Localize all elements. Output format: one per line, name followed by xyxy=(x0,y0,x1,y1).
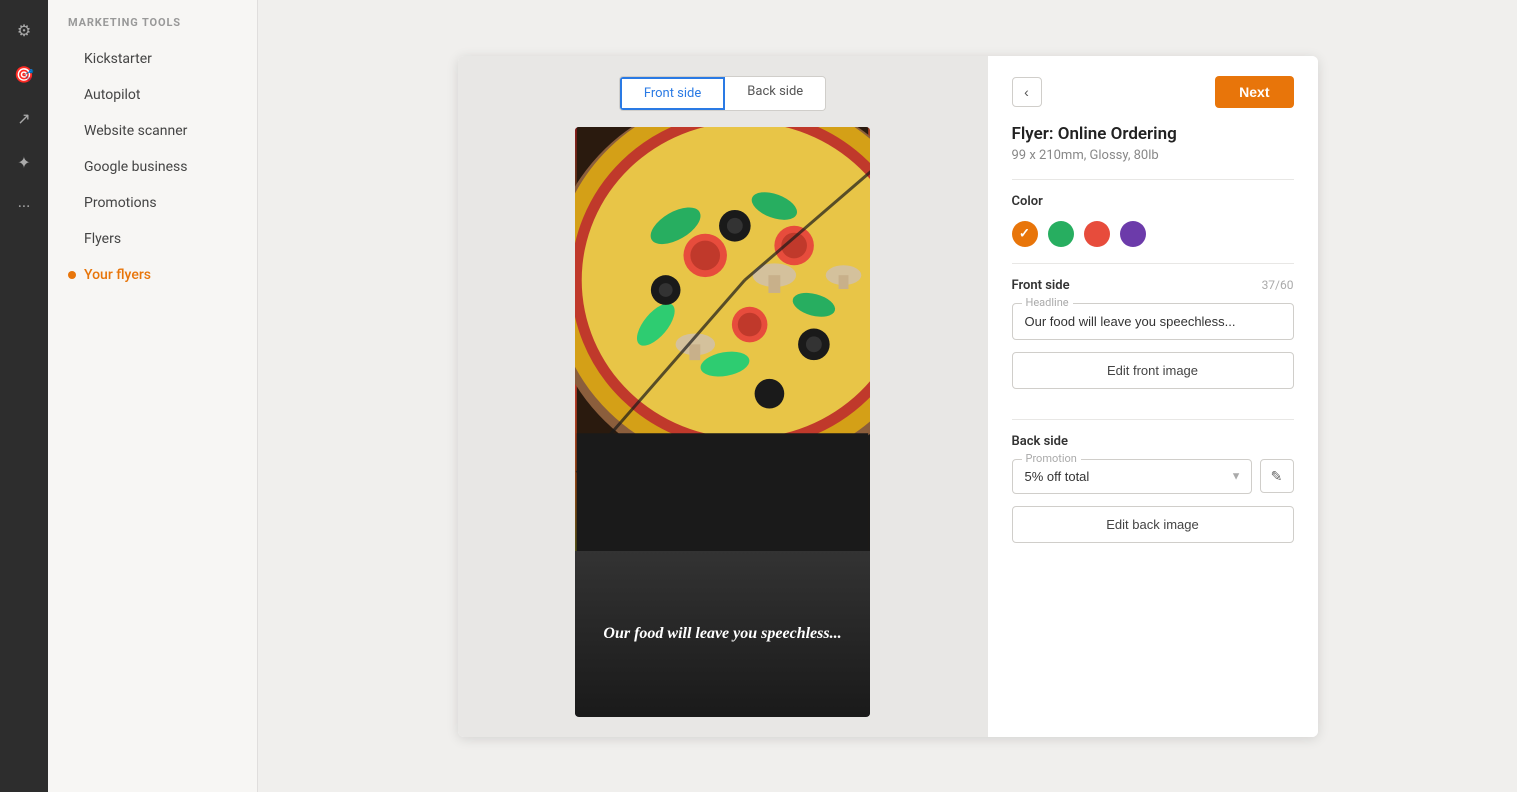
edit-promo-button[interactable]: ✎ xyxy=(1260,459,1294,493)
flyer-tagline: Our food will leave you speechless... xyxy=(603,623,841,645)
sidebar: MARKETING TOOLS Kickstarter Autopilot We… xyxy=(48,0,258,792)
pencil-icon: ✎ xyxy=(1271,468,1283,485)
swatch-red[interactable] xyxy=(1084,221,1110,247)
dot-kickstarter xyxy=(68,55,76,63)
dot-flyers xyxy=(68,235,76,243)
tab-front-side[interactable]: Front side xyxy=(620,77,725,110)
front-char-count: 37/60 xyxy=(1262,278,1294,292)
front-side-title: Front side xyxy=(1012,278,1070,293)
tab-bar: Front side Back side xyxy=(619,76,826,111)
right-panel: ‹ Next Flyer: Online Ordering 99 x 210mm… xyxy=(988,56,1318,737)
dot-website-scanner xyxy=(68,127,76,135)
color-section-label: Color xyxy=(1012,194,1294,209)
promo-select-wrapper: Promotion 5% off total 10% off total Fre… xyxy=(1012,459,1252,494)
dot-your-flyers xyxy=(68,271,76,279)
more-icon[interactable]: ··· xyxy=(6,188,42,224)
tab-back-side[interactable]: Back side xyxy=(725,77,825,110)
pizza-illustration xyxy=(575,127,870,552)
flyer-preview: Our food will leave you speechless... xyxy=(575,127,870,717)
sidebar-item-google-business[interactable]: Google business xyxy=(48,149,257,185)
dot-promotions xyxy=(68,199,76,207)
magic-icon[interactable]: ✦ xyxy=(6,144,42,180)
promo-float-label: Promotion xyxy=(1022,452,1081,465)
divider-3 xyxy=(1012,419,1294,420)
flyer-image-top xyxy=(575,127,870,552)
sidebar-item-autopilot[interactable]: Autopilot xyxy=(48,77,257,113)
sidebar-item-promotions[interactable]: Promotions xyxy=(48,185,257,221)
sidebar-item-kickstarter[interactable]: Kickstarter xyxy=(48,41,257,77)
sidebar-item-your-flyers[interactable]: Your flyers xyxy=(48,257,257,293)
edit-front-image-button[interactable]: Edit front image xyxy=(1012,352,1294,389)
target-icon[interactable]: 🎯 xyxy=(6,56,42,92)
icon-bar: ⚙ 🎯 ↗ ✦ ··· xyxy=(0,0,48,792)
promo-row: Promotion 5% off total 10% off total Fre… xyxy=(1012,459,1294,494)
sidebar-item-flyers[interactable]: Flyers xyxy=(48,221,257,257)
divider-2 xyxy=(1012,263,1294,264)
chart-icon[interactable]: ↗ xyxy=(6,100,42,136)
preview-area: Front side Back side xyxy=(458,56,988,737)
color-row xyxy=(1012,221,1294,247)
sidebar-title: MARKETING TOOLS xyxy=(48,16,257,41)
flyer-subtitle: 99 x 210mm, Glossy, 80lb xyxy=(1012,148,1294,163)
swatch-green[interactable] xyxy=(1048,221,1074,247)
sidebar-item-website-scanner[interactable]: Website scanner xyxy=(48,113,257,149)
back-button[interactable]: ‹ xyxy=(1012,77,1042,107)
headline-float-label: Headline xyxy=(1022,296,1073,309)
main-content: Front side Back side xyxy=(258,0,1517,792)
headline-field-wrapper: Headline xyxy=(1012,303,1294,340)
back-side-title: Back side xyxy=(1012,434,1068,449)
back-side-header: Back side xyxy=(1012,434,1294,449)
flyer-bottom: Our food will leave you speechless... xyxy=(575,551,870,716)
front-side-header: Front side 37/60 xyxy=(1012,278,1294,293)
dot-google-business xyxy=(68,163,76,171)
swatch-purple[interactable] xyxy=(1120,221,1146,247)
dot-autopilot xyxy=(68,91,76,99)
flyer-title: Flyer: Online Ordering xyxy=(1012,124,1294,144)
swatch-orange[interactable] xyxy=(1012,221,1038,247)
edit-back-image-button[interactable]: Edit back image xyxy=(1012,506,1294,543)
gear-icon[interactable]: ⚙ xyxy=(6,12,42,48)
panel-header: ‹ Next xyxy=(1012,76,1294,108)
editor-container: Front side Back side xyxy=(458,56,1318,737)
next-button[interactable]: Next xyxy=(1215,76,1293,108)
divider-1 xyxy=(1012,179,1294,180)
